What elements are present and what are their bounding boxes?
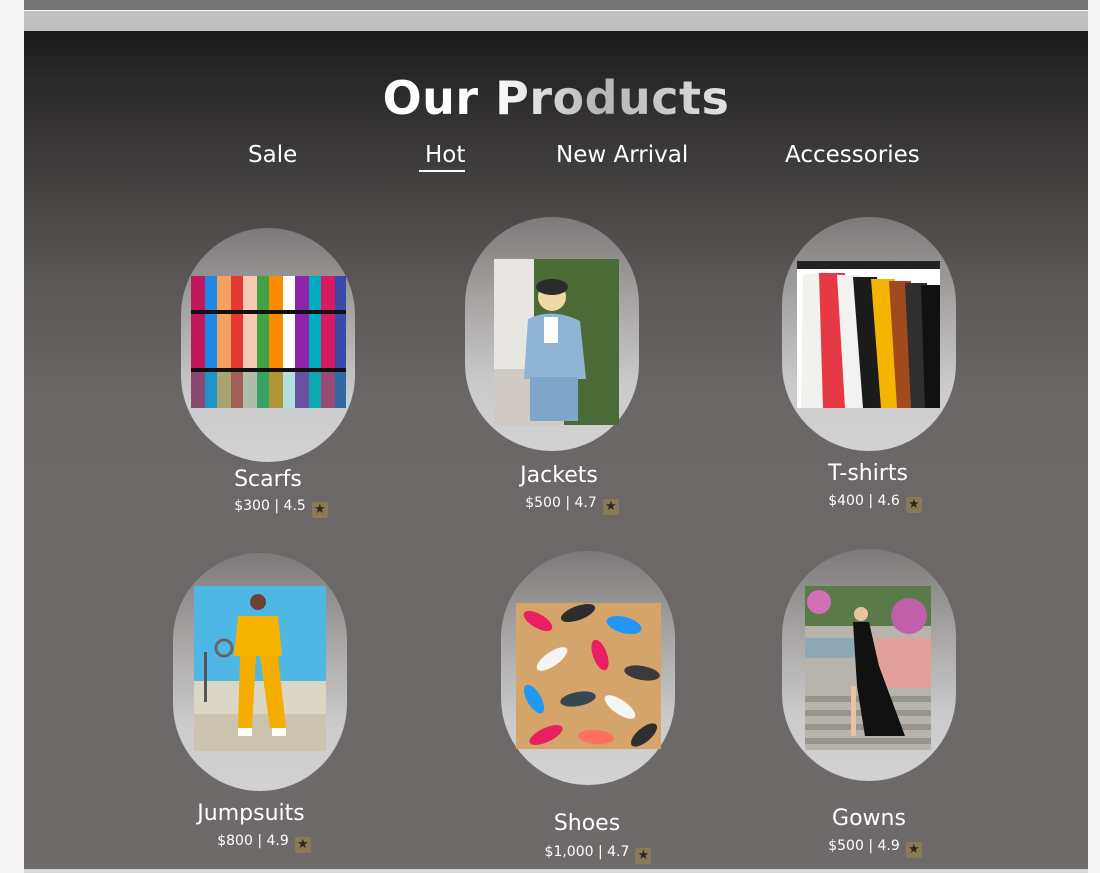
sneakers-photo <box>516 603 661 749</box>
denim-jacket-photo <box>494 259 619 425</box>
page-frame: Our Products Sale Hot New Arrival Access… <box>24 0 1088 873</box>
tab-new-arrival[interactable]: New Arrival <box>556 142 688 168</box>
product-price: $300 <box>234 498 270 514</box>
black-gown-photo <box>805 586 931 750</box>
star-icon: ★ <box>905 497 922 513</box>
product-meta: $400 | 4.6 ★ <box>775 493 975 513</box>
product-price: $500 <box>525 495 561 511</box>
product-rating: 4.9 <box>877 838 900 854</box>
product-rating: 4.7 <box>574 495 597 511</box>
product-rating: 4.7 <box>607 844 630 860</box>
tab-hot[interactable]: Hot <box>418 142 466 172</box>
product-rating: 4.5 <box>283 498 306 514</box>
product-name: Jumpsuits <box>197 801 305 826</box>
star-icon: ★ <box>905 842 922 858</box>
star-icon: ★ <box>635 848 652 864</box>
product-meta: $500 | 4.9 ★ <box>775 838 975 858</box>
product-name: Scarfs <box>234 467 302 492</box>
product-price: $1,000 <box>544 844 594 860</box>
product-price: $500 <box>828 838 864 854</box>
tab-accessories[interactable]: Accessories <box>785 142 920 168</box>
product-rating: 4.9 <box>266 833 289 849</box>
product-meta: $300 | 4.5 ★ <box>181 498 381 518</box>
product-meta: $800 | 4.9 ★ <box>164 833 364 853</box>
products-section: Our Products Sale Hot New Arrival Access… <box>24 31 1088 869</box>
yellow-jumpsuit-photo <box>194 586 326 751</box>
tab-sale[interactable]: Sale <box>248 142 297 168</box>
product-rating: 4.6 <box>877 493 900 509</box>
section-title: Our Products <box>24 71 1088 125</box>
product-name: Gowns <box>832 806 906 831</box>
product-meta: $500 | 4.7 ★ <box>472 495 672 515</box>
product-price: $800 <box>217 833 253 849</box>
tshirts-photo <box>797 261 940 408</box>
product-name: Shoes <box>553 811 621 836</box>
top-bar <box>24 0 1088 10</box>
product-name: T-shirts <box>827 461 908 486</box>
product-name: Jackets <box>520 463 598 488</box>
product-price: $400 <box>828 493 864 509</box>
scarves-photo <box>191 276 346 408</box>
product-meta: $1,000 | 4.7 ★ <box>498 844 698 864</box>
star-icon: ★ <box>602 499 619 515</box>
star-icon: ★ <box>311 502 328 518</box>
top-bar-secondary <box>24 11 1088 31</box>
bottom-border <box>24 869 1088 873</box>
star-icon: ★ <box>294 837 311 853</box>
